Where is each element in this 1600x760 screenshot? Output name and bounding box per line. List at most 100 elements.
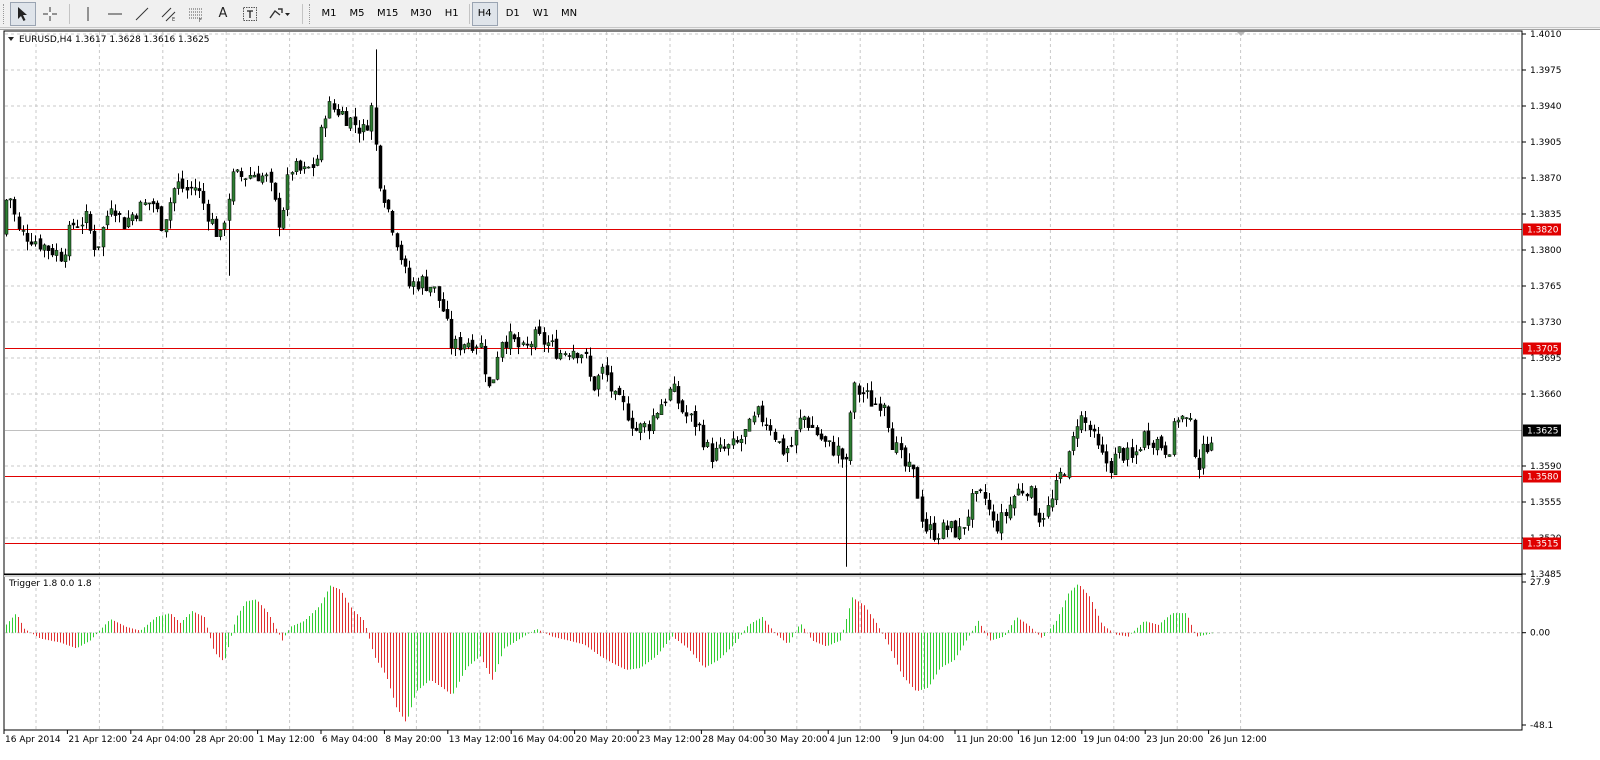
time-axis-label: 24 Apr 04:00 bbox=[132, 735, 191, 745]
bear-candle bbox=[592, 376, 597, 391]
bear-candle bbox=[185, 187, 190, 191]
bull-candle bbox=[105, 215, 110, 226]
vertical-line-tool-button[interactable] bbox=[75, 2, 101, 26]
time-axis-label: 6 May 04:00 bbox=[322, 735, 378, 745]
price-axis-label: 1.3730 bbox=[1530, 318, 1562, 328]
bear-candle bbox=[25, 232, 30, 242]
bear-candle bbox=[92, 230, 97, 250]
timeframe-m5-button[interactable]: M5 bbox=[344, 2, 370, 26]
bull-candle bbox=[432, 286, 437, 289]
price-axis-label: 1.3800 bbox=[1530, 246, 1562, 256]
bull-candle bbox=[500, 342, 505, 358]
time-axis-label: 16 Apr 2014 bbox=[5, 735, 61, 745]
indicator-axis-label: 27.9 bbox=[1530, 578, 1550, 588]
toolbar-separator bbox=[69, 3, 70, 24]
bear-candle bbox=[403, 258, 408, 267]
bull-candle bbox=[571, 350, 576, 359]
bull-candle bbox=[453, 338, 458, 349]
chart-collapse-icon[interactable] bbox=[8, 37, 14, 41]
crosshair-tool-button[interactable] bbox=[37, 2, 63, 26]
timeframe-w1-button[interactable]: W1 bbox=[528, 2, 554, 26]
bull-candle bbox=[936, 538, 941, 540]
bear-candle bbox=[630, 417, 635, 429]
bull-candle bbox=[743, 429, 748, 437]
timeframe-m15-button[interactable]: M15 bbox=[372, 2, 403, 26]
bear-candle bbox=[861, 392, 866, 395]
bull-candle bbox=[672, 383, 677, 392]
bear-candle bbox=[663, 401, 668, 404]
bear-candle bbox=[75, 226, 80, 228]
cursor-tool-button[interactable] bbox=[10, 1, 36, 26]
time-axis-label: 23 Jun 20:00 bbox=[1146, 735, 1203, 745]
svg-text:F: F bbox=[199, 18, 202, 22]
bear-candle bbox=[789, 445, 794, 447]
bear-candle bbox=[180, 178, 185, 189]
indicator-pane-border bbox=[3, 574, 1523, 731]
arrows-dropdown-icon bbox=[269, 7, 290, 18]
text-tool-button[interactable]: A bbox=[210, 2, 236, 26]
bear-candle bbox=[844, 456, 849, 460]
bull-candle bbox=[1117, 446, 1122, 453]
timeframe-d1-button[interactable]: D1 bbox=[500, 2, 526, 26]
timeframe-h1-button[interactable]: H1 bbox=[439, 2, 465, 26]
bear-candle bbox=[336, 109, 341, 116]
bull-candle bbox=[361, 124, 366, 133]
equidistant-channel-tool-button[interactable]: E bbox=[156, 2, 182, 26]
bear-candle bbox=[407, 267, 412, 287]
timeframe-toolbar-grip[interactable] bbox=[309, 3, 313, 24]
bull-candle bbox=[1067, 451, 1072, 478]
bear-candle bbox=[470, 339, 475, 351]
bull-candle bbox=[479, 342, 484, 348]
bear-candle bbox=[311, 164, 316, 168]
bear-candle bbox=[676, 386, 681, 404]
chart-window[interactable]: 16 Apr 2014 21 Apr 12:00 24 Apr 04:00 28 Ap… bbox=[0, 29, 1600, 760]
toolbar-grip[interactable] bbox=[3, 3, 7, 24]
bear-candle bbox=[857, 385, 862, 395]
bear-candle bbox=[1146, 430, 1151, 446]
timeframe-m1-button[interactable]: M1 bbox=[316, 2, 342, 26]
text-label-tool-button[interactable] bbox=[237, 2, 263, 26]
bull-candle bbox=[714, 447, 719, 461]
fibonacci-tool-button[interactable]: F bbox=[183, 2, 209, 26]
timeframe-m30-button[interactable]: M30 bbox=[405, 2, 436, 26]
bull-candle bbox=[101, 226, 106, 248]
timeframe-bar: M1 M5 M15 M30 H1 H4 D1 W1 MN bbox=[316, 1, 584, 26]
bull-candle bbox=[659, 404, 664, 415]
horizontal-line-tool-button[interactable] bbox=[102, 2, 128, 26]
bear-candle bbox=[390, 211, 395, 233]
bull-candle bbox=[462, 344, 467, 350]
bear-candle bbox=[806, 417, 811, 428]
bull-candle bbox=[222, 222, 227, 230]
time-axis-label: 30 May 20:00 bbox=[766, 735, 828, 745]
candlestick-series bbox=[4, 49, 1214, 567]
current-price-label: 1.3625 bbox=[1527, 427, 1559, 437]
trendline-tool-button[interactable] bbox=[129, 2, 155, 26]
bear-candle bbox=[1033, 488, 1038, 516]
bull-candle bbox=[739, 438, 744, 443]
bear-candle bbox=[710, 443, 715, 462]
bull-candle bbox=[294, 161, 299, 173]
bear-candle bbox=[1205, 443, 1210, 453]
arrows-tool-button[interactable] bbox=[264, 2, 296, 26]
timeframe-mn-button[interactable]: MN bbox=[556, 2, 582, 26]
trigger-histogram bbox=[6, 584, 1213, 722]
bear-candle bbox=[214, 218, 219, 237]
bull-candle bbox=[521, 342, 526, 345]
bear-candle bbox=[88, 214, 93, 231]
bull-candle bbox=[928, 524, 933, 531]
bull-candle bbox=[1075, 426, 1080, 439]
level-price-label: 1.3515 bbox=[1527, 540, 1559, 550]
bull-candle bbox=[1054, 480, 1059, 501]
bear-candle bbox=[206, 203, 211, 222]
bear-candle bbox=[117, 213, 122, 215]
bull-candle bbox=[348, 117, 353, 129]
bull-candle bbox=[21, 230, 26, 232]
bear-candle bbox=[932, 522, 937, 540]
bear-candle bbox=[134, 215, 139, 219]
bull-candle bbox=[63, 254, 68, 262]
bear-candle bbox=[374, 107, 379, 145]
bull-candle bbox=[642, 423, 647, 428]
bear-candle bbox=[382, 189, 387, 203]
price-chart[interactable]: 16 Apr 2014 21 Apr 12:00 24 Apr 04:00 28 Ap… bbox=[0, 30, 1600, 760]
timeframe-h4-button[interactable]: H4 bbox=[471, 1, 498, 26]
